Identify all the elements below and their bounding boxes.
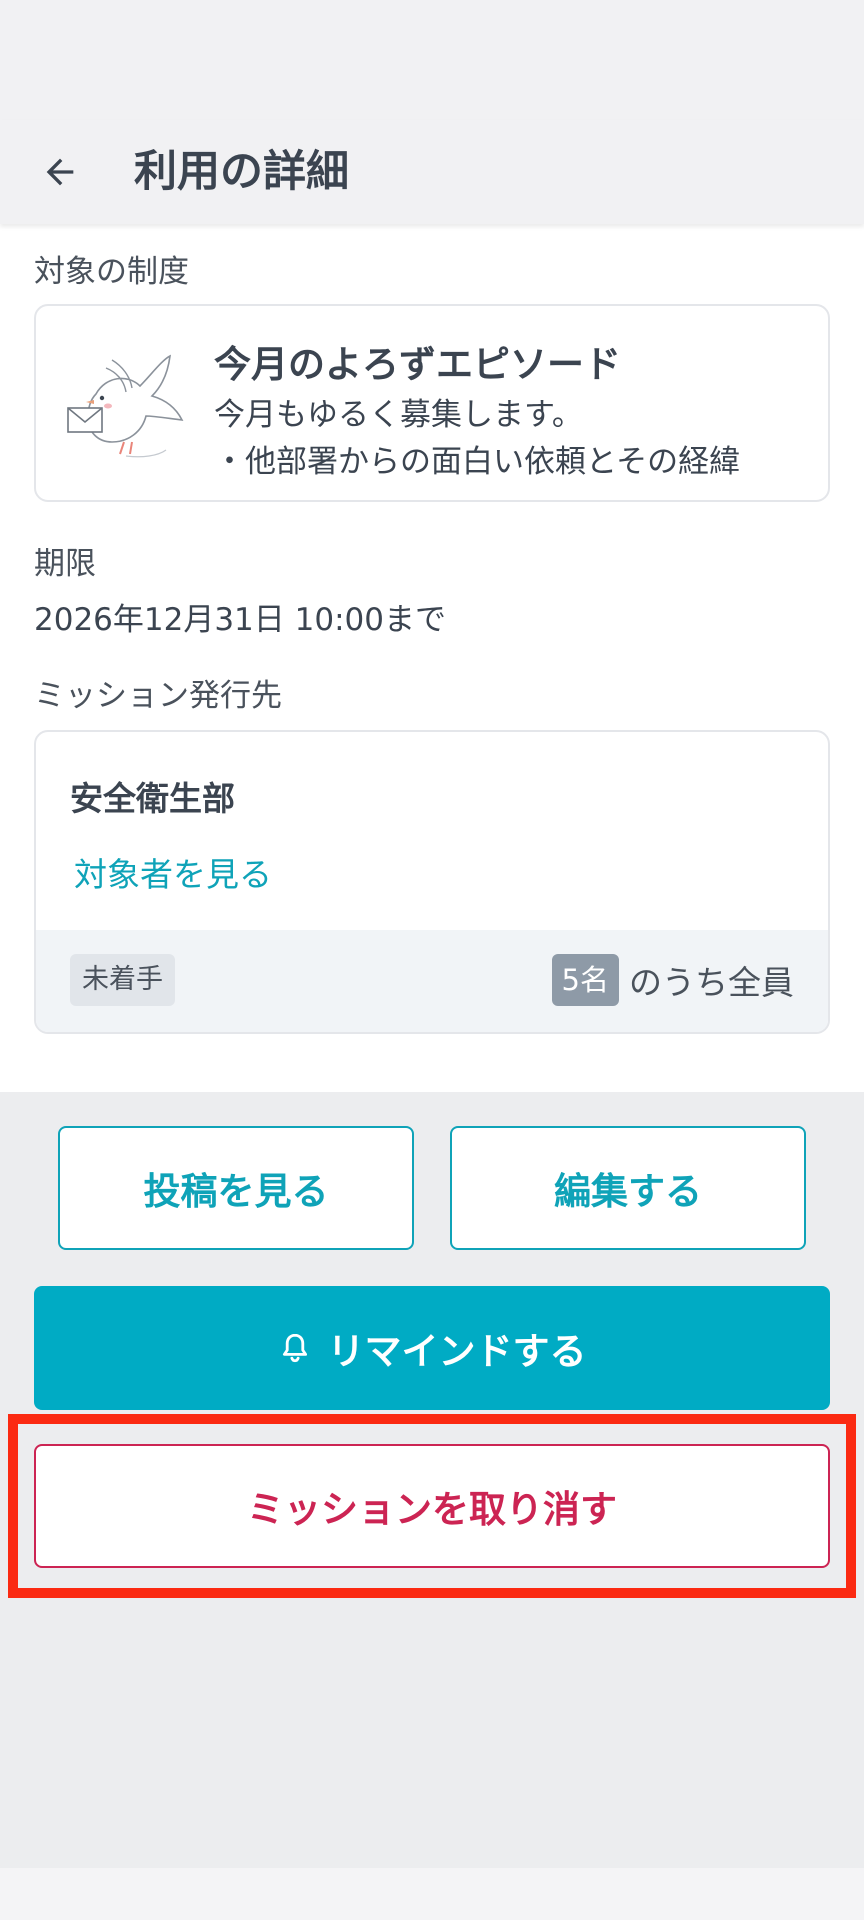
department-name: 安全衛生部 — [70, 779, 235, 818]
remind-button-label: リマインドする — [327, 1330, 587, 1373]
count-suffix: のうち全員 — [629, 963, 794, 1002]
recipient-count: 5名 のうち全員 — [551, 954, 794, 1006]
dove-with-letter-illustration — [67, 354, 184, 458]
view-posts-button[interactable]: 投稿を見る — [58, 1126, 414, 1250]
view-targets-link[interactable]: 対象者を見る — [74, 848, 272, 896]
deadline-label: 期限 — [34, 546, 96, 582]
back-button[interactable] — [30, 142, 90, 202]
detail-content: 対象の制度 今月のよろずエピソード 今月もゆるく募集します。 ・他部署からの面白… — [0, 224, 864, 1092]
system-card: 今月のよろずエピソード 今月もゆるく募集します。 ・他部署からの面白い依頼とその… — [34, 304, 830, 502]
destination-label: ミッション発行先 — [34, 678, 282, 714]
status-badge: 未着手 — [70, 954, 175, 1006]
page-title: 利用の詳細 — [134, 147, 349, 197]
count-badge: 5名 — [551, 954, 619, 1006]
system-section-label: 対象の制度 — [34, 254, 189, 290]
edit-button[interactable]: 編集する — [450, 1126, 806, 1250]
bell-icon — [282, 1333, 307, 1363]
deadline-value: 2026年12月31日 10:00まで — [34, 602, 446, 638]
cancel-mission-button[interactable]: ミッションを取り消す — [34, 1444, 830, 1568]
system-name: 今月のよろずエピソード — [214, 343, 621, 386]
navigation-bar-area — [0, 1868, 864, 1920]
arrow-left-icon — [46, 158, 74, 186]
app-header: 利用の詳細 — [0, 120, 864, 224]
status-bar-area — [0, 0, 864, 120]
destination-card: 安全衛生部 対象者を見る 未着手 5名 のうち全員 — [34, 730, 830, 1034]
destination-footer: 未着手 5名 のうち全員 — [36, 930, 828, 1032]
system-description: 今月もゆるく募集します。 ・他部署からの面白い依頼とその経緯 — [214, 397, 741, 480]
remind-button[interactable]: リマインドする — [34, 1286, 830, 1410]
